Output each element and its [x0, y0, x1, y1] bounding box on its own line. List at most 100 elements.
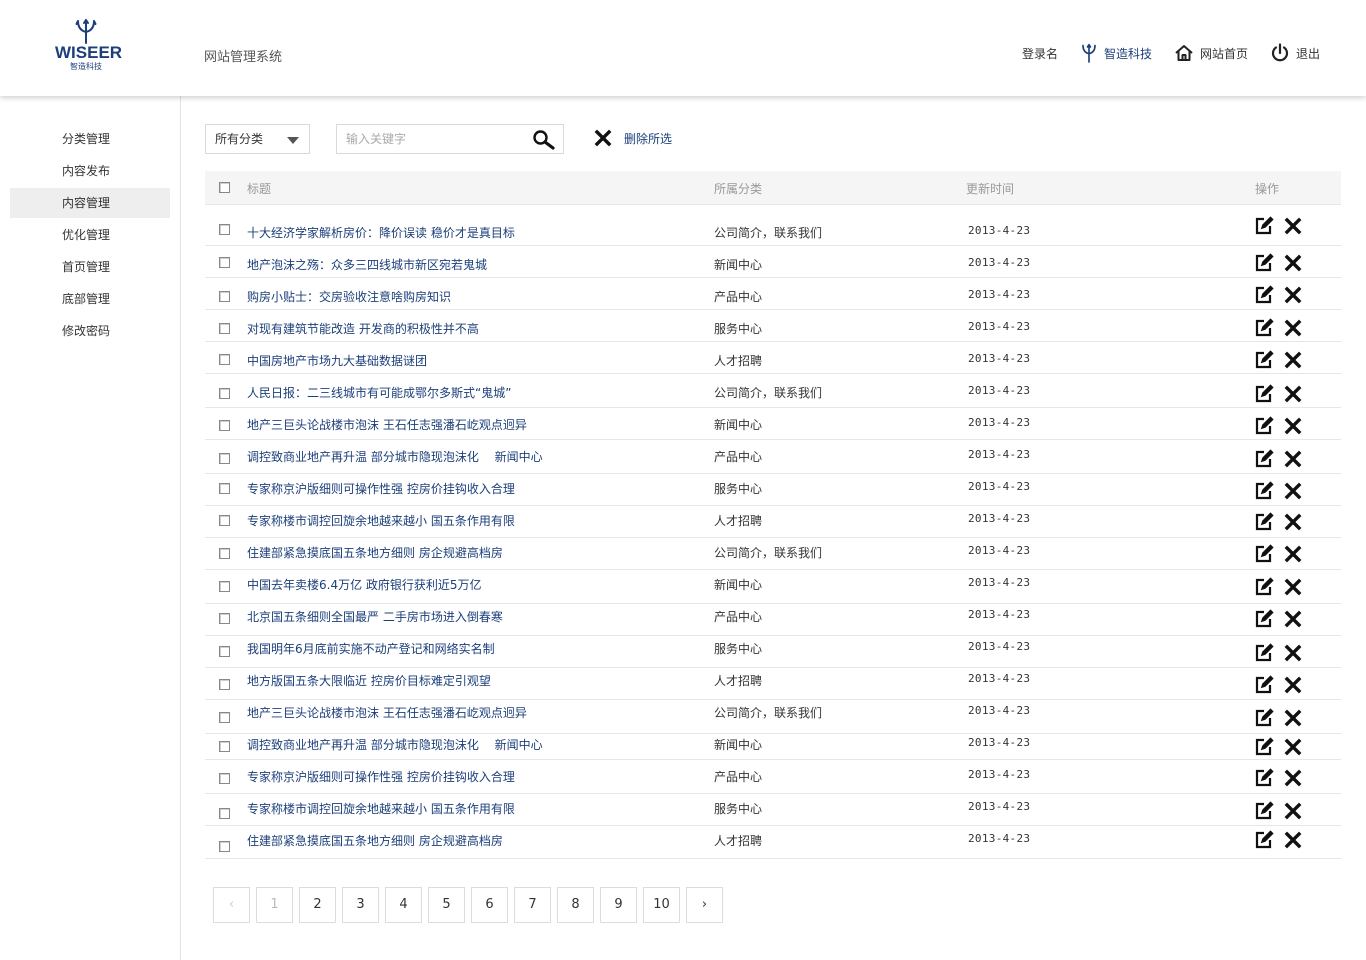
- row-checkbox[interactable]: [219, 515, 230, 526]
- page-10-button[interactable]: 10: [643, 887, 680, 923]
- row-checkbox[interactable]: [219, 646, 230, 657]
- close-icon[interactable]: [1284, 545, 1302, 563]
- edit-icon[interactable]: [1254, 737, 1274, 757]
- row-title-link[interactable]: 专家称京沪版细则可操作性强 控房价挂钩收入合理: [247, 768, 515, 785]
- row-title-link[interactable]: 地方版国五条大限临近 控房价目标难定引观望: [247, 672, 491, 689]
- edit-icon[interactable]: [1254, 577, 1274, 597]
- row-title-link[interactable]: 住建部紧急摸底国五条地方细则 房企规避高档房: [247, 832, 503, 849]
- select-all-checkbox[interactable]: [219, 182, 230, 193]
- row-checkbox[interactable]: [219, 291, 230, 302]
- close-icon[interactable]: [1284, 217, 1302, 235]
- close-icon[interactable]: [1284, 513, 1302, 531]
- close-icon[interactable]: [1284, 769, 1302, 787]
- sidebar-item-homepage[interactable]: 首页管理: [10, 252, 170, 282]
- row-checkbox[interactable]: [219, 841, 230, 852]
- row-title-link[interactable]: 调控致商业地产再升温 部分城市隐现泡沫化 新闻中心: [247, 448, 543, 465]
- edit-icon[interactable]: [1254, 768, 1274, 788]
- row-title-link[interactable]: 我国明年6月底前实施不动产登记和网络实名制: [247, 640, 495, 657]
- sidebar-item-password[interactable]: 修改密码: [10, 316, 170, 346]
- row-title-link[interactable]: 地产三巨头论战楼市泡沫 王石任志强潘石屹观点迥异: [247, 704, 527, 721]
- logout-link[interactable]: 退出: [1270, 43, 1320, 63]
- edit-icon[interactable]: [1254, 544, 1274, 564]
- close-icon[interactable]: [1284, 644, 1302, 662]
- page-6-button[interactable]: 6: [471, 887, 508, 923]
- brand-link[interactable]: 智造科技: [1080, 42, 1152, 64]
- close-icon[interactable]: [1284, 610, 1302, 628]
- home-link[interactable]: 网站首页: [1174, 44, 1248, 62]
- row-title-link[interactable]: 对现有建筑节能改造 开发商的积极性并不高: [247, 320, 479, 337]
- edit-icon[interactable]: [1254, 643, 1274, 663]
- row-title-link[interactable]: 中国去年卖楼6.4万亿 政府银行获利近5万亿: [247, 576, 482, 593]
- row-title-link[interactable]: 人民日报：二三线城市有可能成鄂尔多斯式“鬼城”: [247, 384, 511, 401]
- row-title-link[interactable]: 地产泡沫之殇：众多三四线城市新区宛若鬼城: [247, 256, 487, 273]
- row-title-link[interactable]: 地产三巨头论战楼市泡沫 王石任志强潘石屹观点迥异: [247, 416, 527, 433]
- close-icon[interactable]: [1284, 319, 1302, 337]
- login-name[interactable]: 登录名: [1022, 45, 1058, 62]
- close-icon[interactable]: [1284, 709, 1302, 727]
- edit-icon[interactable]: [1254, 481, 1274, 501]
- sidebar-item-seo[interactable]: 优化管理: [10, 220, 170, 250]
- prev-page-button[interactable]: ‹: [213, 887, 250, 923]
- row-title-link[interactable]: 专家称楼市调控回旋余地越来越小 国五条作用有限: [247, 512, 515, 529]
- page-2-button[interactable]: 2: [299, 887, 336, 923]
- page-4-button[interactable]: 4: [385, 887, 422, 923]
- page-3-button[interactable]: 3: [342, 887, 379, 923]
- row-checkbox[interactable]: [219, 712, 230, 723]
- row-checkbox[interactable]: [219, 224, 230, 235]
- row-checkbox[interactable]: [219, 773, 230, 784]
- sidebar-item-content[interactable]: 内容管理: [10, 188, 170, 218]
- row-checkbox[interactable]: [219, 741, 230, 752]
- edit-icon[interactable]: [1254, 384, 1274, 404]
- edit-icon[interactable]: [1254, 675, 1274, 695]
- page-1-button[interactable]: 1: [256, 887, 293, 923]
- close-icon[interactable]: [1284, 831, 1302, 849]
- row-title-link[interactable]: 专家称楼市调控回旋余地越来越小 国五条作用有限: [247, 800, 515, 817]
- row-checkbox[interactable]: [219, 323, 230, 334]
- row-title-link[interactable]: 十大经济学家解析房价：降价误读 稳价才是真目标: [247, 224, 515, 241]
- delete-selected-button[interactable]: 删除所选: [594, 129, 672, 147]
- row-checkbox[interactable]: [219, 548, 230, 559]
- row-checkbox[interactable]: [219, 257, 230, 268]
- page-9-button[interactable]: 9: [600, 887, 637, 923]
- edit-icon[interactable]: [1254, 216, 1274, 236]
- row-checkbox[interactable]: [219, 581, 230, 592]
- edit-icon[interactable]: [1254, 609, 1274, 629]
- close-icon[interactable]: [1284, 802, 1302, 820]
- search-icon[interactable]: [532, 129, 556, 151]
- row-title-link[interactable]: 调控致商业地产再升温 部分城市隐现泡沫化 新闻中心: [247, 736, 543, 753]
- edit-icon[interactable]: [1254, 512, 1274, 532]
- row-title-link[interactable]: 住建部紧急摸底国五条地方细则 房企规避高档房: [247, 544, 503, 561]
- close-icon[interactable]: [1284, 417, 1302, 435]
- row-title-link[interactable]: 中国房地产市场九大基础数据谜团: [247, 352, 427, 369]
- close-icon[interactable]: [1284, 286, 1302, 304]
- close-icon[interactable]: [1284, 482, 1302, 500]
- row-checkbox[interactable]: [219, 808, 230, 819]
- category-select[interactable]: 所有分类: [205, 124, 310, 154]
- page-5-button[interactable]: 5: [428, 887, 465, 923]
- edit-icon[interactable]: [1254, 801, 1274, 821]
- close-icon[interactable]: [1284, 578, 1302, 596]
- close-icon[interactable]: [1284, 676, 1302, 694]
- row-checkbox[interactable]: [219, 613, 230, 624]
- row-checkbox[interactable]: [219, 679, 230, 690]
- row-checkbox[interactable]: [219, 420, 230, 431]
- page-7-button[interactable]: 7: [514, 887, 551, 923]
- close-icon[interactable]: [1284, 385, 1302, 403]
- logo[interactable]: WISEER 智造科技: [55, 18, 122, 80]
- close-icon[interactable]: [1284, 738, 1302, 756]
- row-checkbox[interactable]: [219, 354, 230, 365]
- edit-icon[interactable]: [1254, 449, 1274, 469]
- row-title-link[interactable]: 北京国五条细则全国最严 二手房市场进入倒春寒: [247, 608, 503, 625]
- page-8-button[interactable]: 8: [557, 887, 594, 923]
- next-page-button[interactable]: ›: [686, 887, 723, 923]
- row-title-link[interactable]: 购房小贴士：交房验收注意啥购房知识: [247, 288, 451, 305]
- edit-icon[interactable]: [1254, 416, 1274, 436]
- row-checkbox[interactable]: [219, 483, 230, 494]
- sidebar-item-publish[interactable]: 内容发布: [10, 156, 170, 186]
- close-icon[interactable]: [1284, 450, 1302, 468]
- search-input[interactable]: [337, 125, 527, 153]
- edit-icon[interactable]: [1254, 708, 1274, 728]
- edit-icon[interactable]: [1254, 830, 1274, 850]
- edit-icon[interactable]: [1254, 253, 1274, 273]
- edit-icon[interactable]: [1254, 350, 1274, 370]
